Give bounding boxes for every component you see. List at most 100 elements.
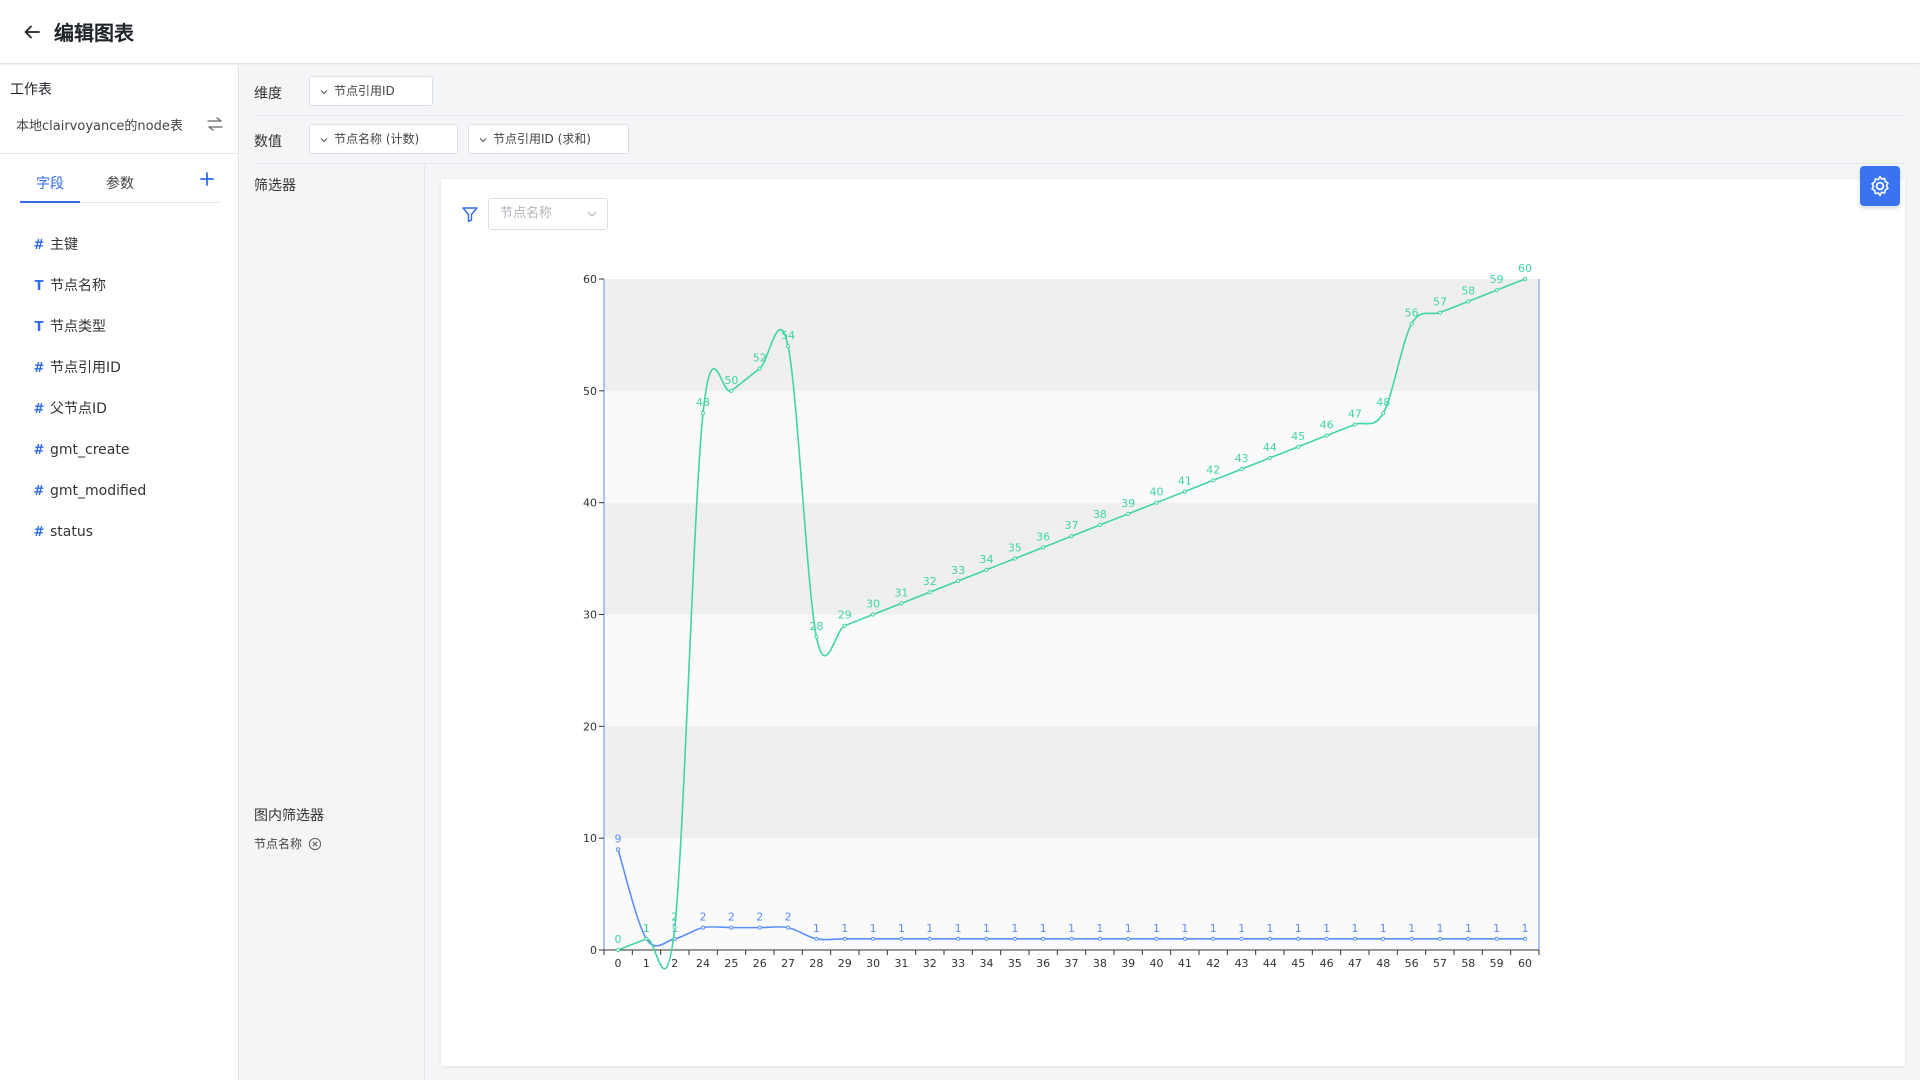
field-label: 主键 (50, 237, 78, 253)
data-point (1182, 489, 1187, 494)
inner-filter-field-label: 节点名称 (254, 837, 303, 851)
data-label: 2 (671, 911, 678, 924)
data-label: 30 (866, 598, 880, 611)
value-pill-label: 节点引用ID (求和) (493, 132, 591, 146)
field-label: 父节点ID (50, 401, 107, 417)
x-tick-label: 35 (1008, 957, 1022, 970)
data-point (1126, 936, 1131, 941)
x-tick-label: 28 (809, 957, 823, 970)
data-point (700, 925, 706, 930)
back-arrow-icon[interactable] (22, 22, 42, 42)
data-label: 1 (643, 922, 650, 935)
field-item-node-ref-id[interactable]: # 节点引用ID (30, 348, 230, 389)
chevron-down-icon (320, 138, 328, 143)
data-point (1352, 422, 1358, 427)
data-label: 9 (615, 832, 622, 845)
data-label: 1 (1493, 922, 1500, 935)
value-pill-count[interactable]: 节点名称 (计数) (309, 124, 458, 154)
worksheet-name: 本地clairvoyance的node表 (16, 119, 183, 134)
data-point (1097, 522, 1102, 528)
chart-settings-button[interactable] (1860, 166, 1900, 206)
data-label: 33 (951, 564, 965, 577)
x-tick-label: 36 (1036, 957, 1050, 970)
add-field-button[interactable] (198, 170, 216, 188)
data-point (644, 936, 649, 941)
remove-circle-icon[interactable] (308, 837, 322, 851)
data-label: 1 (1436, 922, 1443, 935)
x-tick-label: 27 (781, 957, 795, 970)
data-point (1522, 276, 1528, 282)
tab-fields[interactable]: 字段 (20, 169, 80, 203)
x-tick-label: 45 (1291, 957, 1305, 970)
x-tick-label: 29 (838, 957, 852, 970)
x-tick-label: 47 (1348, 957, 1362, 970)
data-point (1182, 936, 1187, 941)
values-label: 数值 (254, 134, 282, 150)
x-tick-label: 26 (753, 957, 767, 970)
field-label: gmt_create (50, 442, 130, 458)
x-tick-label: 46 (1320, 957, 1334, 970)
data-label: 0 (615, 933, 622, 946)
chevron-down-icon (479, 138, 487, 143)
data-label: 50 (724, 374, 738, 387)
x-tick-label: 41 (1178, 957, 1192, 970)
data-label: 1 (1465, 922, 1472, 935)
data-point (814, 936, 819, 941)
value-pill-sum[interactable]: 节点引用ID (求和) (468, 124, 629, 154)
worksheet-label: 工作表 (10, 82, 52, 98)
data-label: 46 (1320, 419, 1334, 432)
switch-worksheet-icon[interactable] (207, 117, 223, 131)
field-label: 节点类型 (50, 319, 106, 335)
field-item-primary-key[interactable]: # 主键 (30, 225, 230, 266)
data-label: 45 (1291, 430, 1305, 443)
data-label: 2 (728, 911, 735, 924)
data-label: 57 (1433, 296, 1447, 309)
data-label: 1 (813, 922, 820, 935)
data-point (1211, 936, 1216, 941)
data-point (1097, 936, 1102, 941)
page-title: 编辑图表 (54, 21, 134, 45)
data-point (1522, 936, 1528, 941)
field-item-node-name[interactable]: T 节点名称 (30, 266, 230, 307)
data-point (785, 344, 791, 349)
data-point (1267, 936, 1273, 941)
field-label: gmt_modified (50, 483, 147, 499)
data-label: 35 (1008, 542, 1022, 555)
data-point (899, 601, 904, 606)
tab-params[interactable]: 参数 (90, 169, 150, 203)
data-label: 38 (1093, 508, 1107, 521)
field-item-parent-id[interactable]: # 父节点ID (30, 389, 230, 430)
data-label: 1 (898, 922, 905, 935)
field-item-node-type[interactable]: T 节点类型 (30, 307, 230, 348)
data-point (1296, 444, 1301, 449)
data-point (1239, 936, 1244, 941)
dimension-pill[interactable]: 节点引用ID (309, 76, 433, 106)
gear-icon (1871, 175, 1889, 197)
x-tick-label: 37 (1065, 957, 1079, 970)
data-point (1267, 455, 1273, 461)
grid-band (604, 390, 1539, 503)
field-sidebar: 工作表 本地clairvoyance的node表 字段 参数 # 主键 T 节点名称… (0, 65, 239, 1080)
data-point (956, 936, 961, 941)
chart-canvas: 节点名称 0 10 20 30 40 50 60 0 1 2 24 25 26 27 28 29 30 31 32 3… (441, 179, 1905, 1066)
field-item-status[interactable]: # status (30, 512, 230, 553)
data-label: 1 (1351, 922, 1358, 935)
field-type-icon: # (33, 402, 45, 417)
x-tick-label: 48 (1376, 957, 1390, 970)
data-label: 1 (1011, 922, 1018, 935)
x-tick-label: 42 (1206, 957, 1220, 970)
data-point (700, 411, 706, 416)
data-label: 43 (1235, 452, 1249, 465)
data-point (615, 947, 621, 953)
data-point (842, 936, 847, 941)
row-divider (254, 163, 1904, 164)
data-point (1466, 299, 1471, 304)
data-label: 58 (1461, 284, 1475, 297)
filter-label: 筛选器 (254, 178, 296, 194)
data-point (1012, 936, 1017, 941)
field-item-gmt-create[interactable]: # gmt_create (30, 430, 230, 471)
data-point (757, 366, 762, 371)
data-label: 2 (785, 911, 792, 924)
x-tick-label: 34 (979, 957, 993, 970)
field-item-gmt-modified[interactable]: # gmt_modified (30, 471, 230, 512)
